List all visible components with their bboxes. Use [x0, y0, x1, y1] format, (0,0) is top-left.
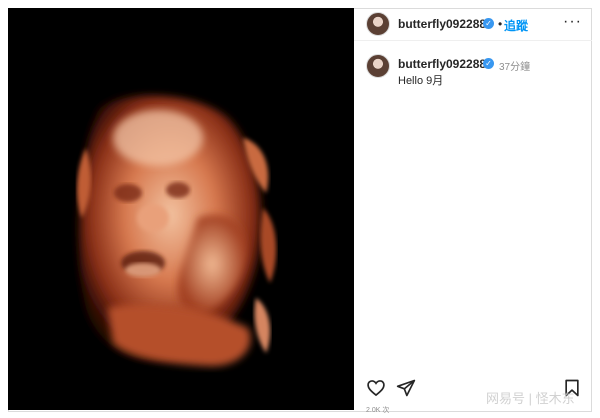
verified-badge-icon: ✓: [483, 58, 494, 69]
post-media[interactable]: [8, 8, 354, 410]
post-header: butterfly092288 ✓ • 追蹤 ···: [354, 8, 592, 41]
likes-count[interactable]: 2.0K 次: [366, 405, 389, 415]
separator-dot: •: [498, 17, 503, 31]
post-time[interactable]: 37分鐘: [499, 58, 530, 73]
caption-text: Hello 9月: [398, 75, 444, 87]
ultrasound-image: [8, 8, 354, 410]
heart-icon[interactable]: [366, 378, 386, 398]
verified-badge-icon: ✓: [483, 18, 494, 29]
username[interactable]: butterfly092288: [398, 17, 486, 31]
follow-button[interactable]: 追蹤: [504, 17, 528, 34]
post-sidebar: butterfly092288 ✓ • 追蹤 ··· butterfly0922…: [354, 8, 592, 415]
caption-username[interactable]: butterfly092288: [398, 57, 486, 71]
watermark: 网易号 | 怪木东: [486, 391, 575, 406]
share-icon[interactable]: [396, 378, 416, 398]
more-options-icon[interactable]: ···: [563, 13, 582, 31]
avatar[interactable]: [366, 12, 390, 36]
avatar[interactable]: [366, 54, 390, 78]
